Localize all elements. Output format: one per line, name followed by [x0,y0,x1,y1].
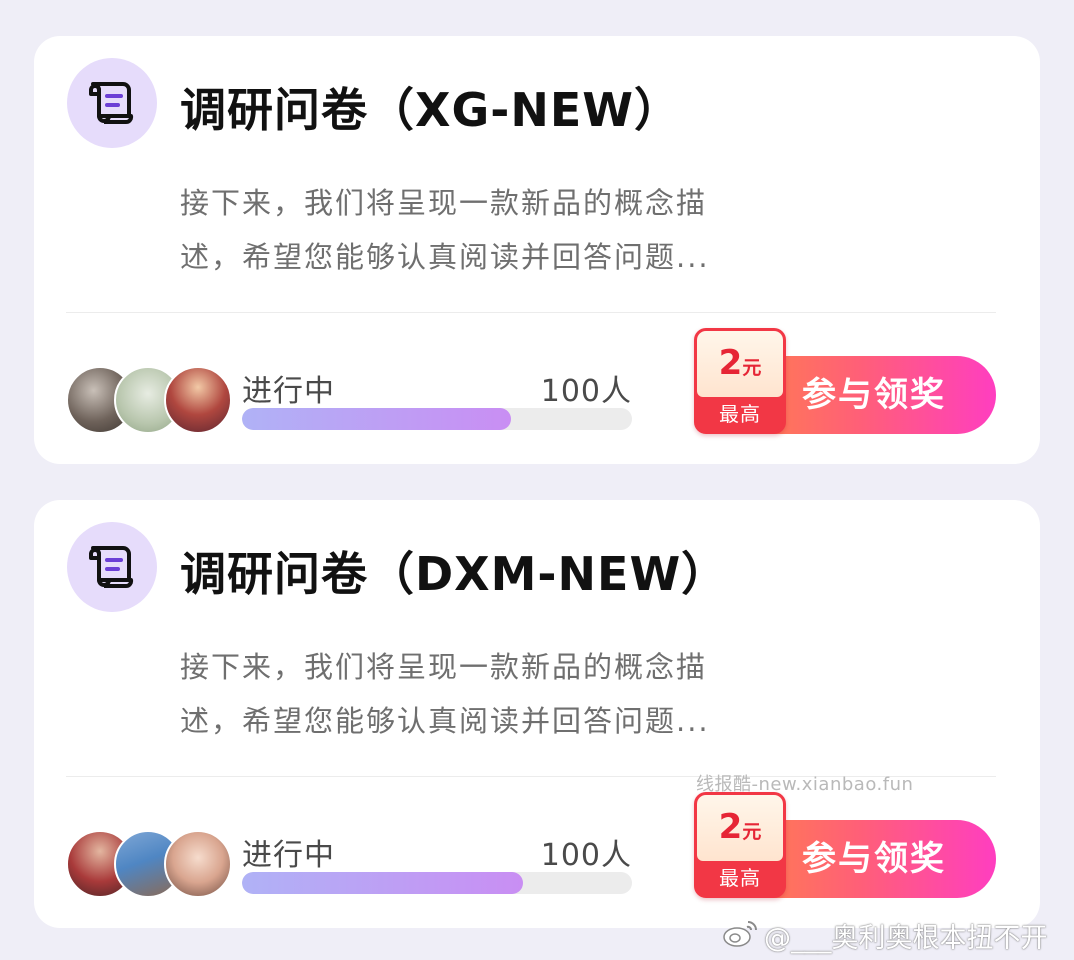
survey-icon-circle [67,58,157,148]
reward-tag: 最高 [719,402,761,426]
avatar [164,830,232,898]
progress-bar [242,408,632,430]
site-watermark: 线报酷-new.xianbao.fun [696,774,914,795]
participant-count: 100人 [540,374,632,409]
survey-description: 接下来，我们将呈现一款新品的概念描述，希望您能够认真阅读并回答问题... [180,186,710,274]
divider [66,312,996,313]
reward-badge: 2元 最高 [694,792,786,898]
participant-count: 100人 [540,838,632,873]
survey-description: 接下来，我们将呈现一款新品的概念描述，希望您能够认真阅读并回答问题... [180,650,710,738]
progress-fill [242,872,523,894]
claim-reward-button[interactable]: 参与领奖 2元 最高 [694,792,996,898]
reward-amount: 2 [718,343,743,383]
scroll-list-icon [89,546,134,588]
user-watermark: @___奥利奥根本扭不开 [764,923,1048,954]
progress-fill [242,408,512,430]
reward-tag: 最高 [719,866,761,890]
survey-icon-circle [67,522,157,612]
survey-title: 调研问卷（XG-NEW） [180,83,681,137]
avatar [164,366,232,434]
reward-amount-box: 2元 [697,331,783,397]
progress-bar [242,872,632,894]
reward-amount-box: 2元 [697,795,783,861]
claim-reward-button[interactable]: 参与领奖 2元 最高 [694,328,996,434]
claim-reward-label: 参与领奖 [802,839,946,879]
reward-amount: 2 [718,807,743,847]
claim-reward-label: 参与领奖 [802,375,946,415]
scroll-list-icon [89,82,134,124]
status-text: 进行中 [242,838,335,873]
reward-unit: 元 [742,357,762,379]
reward-unit: 元 [742,821,762,843]
reward-badge: 2元 最高 [694,328,786,434]
survey-card[interactable]: 调研问卷（XG-NEW） 接下来，我们将呈现一款新品的概念描述，希望您能够认真阅… [34,36,1040,464]
survey-card[interactable]: 调研问卷（DXM-NEW） 接下来，我们将呈现一款新品的概念描述，希望您能够认真… [34,500,1040,928]
participant-avatars [66,366,236,436]
survey-title: 调研问卷（DXM-NEW） [180,547,729,601]
participant-avatars [66,830,236,900]
status-text: 进行中 [242,374,335,409]
weibo-icon [723,921,757,947]
